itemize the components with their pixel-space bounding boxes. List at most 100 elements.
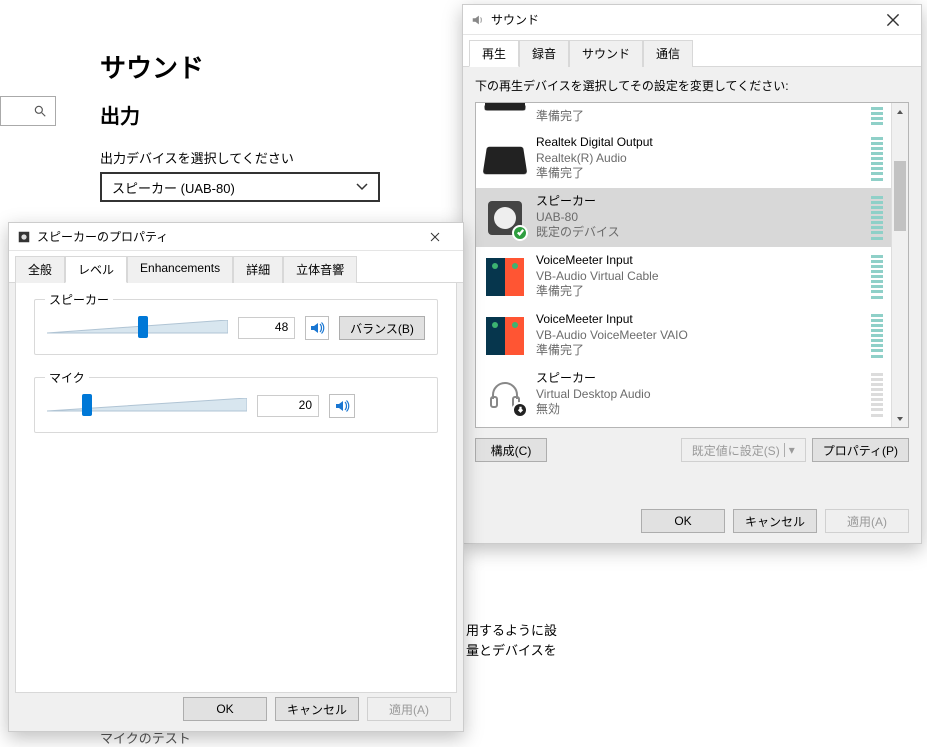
check-badge-icon: [512, 225, 528, 241]
close-button[interactable]: [873, 6, 913, 34]
device-text: VoiceMeeter InputVB-Audio VoiceMeeter VA…: [536, 312, 861, 359]
close-button[interactable]: [886, 0, 922, 2]
device-status: 既定のデバイス: [536, 225, 861, 241]
device-row[interactable]: 準備完了: [476, 103, 891, 129]
disabled-badge-icon: [512, 402, 528, 418]
device-row[interactable]: スピーカーVirtual Desktop Audio無効: [476, 365, 891, 424]
sound-dialog-titlebar[interactable]: サウンド: [463, 5, 921, 35]
speaker-icon: [334, 398, 350, 414]
speaker-icon: [17, 230, 31, 244]
close-button[interactable]: [415, 224, 455, 250]
speaker-group-label: スピーカー: [45, 291, 113, 308]
tab-enhancements[interactable]: Enhancements: [127, 256, 233, 283]
device-status: 無効: [536, 402, 861, 418]
device-name: VoiceMeeter Input: [536, 312, 861, 328]
mic-mute-button[interactable]: [329, 394, 355, 418]
device-icon: [484, 197, 526, 239]
scroll-down-button[interactable]: [892, 410, 908, 427]
tab-general[interactable]: 全般: [15, 256, 65, 283]
mic-volume-value[interactable]: 20: [257, 395, 319, 417]
scroll-thumb[interactable]: [894, 161, 906, 231]
device-status: 準備完了: [536, 343, 861, 359]
level-meter-icon: [871, 137, 883, 181]
level-meter-icon: [871, 314, 883, 358]
speaker-icon: [309, 320, 325, 336]
device-status: 準備完了: [536, 284, 861, 300]
configure-button[interactable]: 構成(C): [475, 438, 547, 462]
bg-text-fragment: 用するように設: [466, 620, 557, 639]
apply-button[interactable]: 適用(A): [825, 509, 909, 533]
slider-thumb[interactable]: [82, 394, 92, 416]
device-text: VoiceMeeter InputVB-Audio Virtual Cable準…: [536, 253, 861, 300]
device-icon: [484, 374, 526, 416]
device-row[interactable]: VoiceMeeter InputVB-Audio VoiceMeeter VA…: [476, 306, 891, 365]
output-device-value: スピーカー (UAB-80): [112, 178, 235, 197]
device-text: スピーカーUAB-80既定のデバイス: [536, 194, 861, 241]
settings-search-box[interactable]: [0, 96, 56, 126]
balance-button[interactable]: バランス(B): [339, 316, 425, 340]
device-text: 準備完了: [536, 109, 861, 125]
device-name: スピーカー: [536, 194, 861, 210]
level-meter-icon: [871, 373, 883, 417]
mic-volume-slider[interactable]: [47, 394, 247, 418]
mic-level-group: マイク 20: [34, 377, 438, 433]
tab-detail[interactable]: 詳細: [233, 256, 283, 283]
tab-communications[interactable]: 通信: [643, 40, 693, 67]
page-title: サウンド: [100, 48, 204, 85]
device-row[interactable]: VoiceMeeter InputVB-Audio Virtual Cable準…: [476, 247, 891, 306]
scrollbar[interactable]: [891, 103, 908, 427]
chevron-down-icon: ▾: [784, 443, 795, 457]
search-icon: [33, 104, 47, 118]
speaker-volume-slider[interactable]: [47, 316, 228, 340]
sound-dialog-tabs: 再生 録音 サウンド 通信: [463, 35, 921, 67]
apply-button[interactable]: 適用(A): [367, 697, 451, 721]
device-driver: VB-Audio Virtual Cable: [536, 269, 861, 285]
ok-button[interactable]: OK: [641, 509, 725, 533]
level-meter-icon: [871, 107, 883, 125]
device-driver: UAB-80: [536, 210, 861, 226]
set-default-button[interactable]: 既定値に設定(S) ▾: [681, 438, 806, 462]
minimize-button[interactable]: [814, 0, 850, 2]
scroll-up-button[interactable]: [892, 103, 908, 120]
output-device-label: 出力デバイスを選択してください: [100, 148, 294, 167]
device-icon: [484, 103, 526, 125]
cancel-button[interactable]: キャンセル: [275, 697, 359, 721]
speaker-properties-titlebar[interactable]: スピーカーのプロパティ: [9, 223, 463, 251]
speaker-level-group: スピーカー 48 バランス(B): [34, 299, 438, 355]
device-row[interactable]: Realtek Digital OutputRealtek(R) Audio準備…: [476, 129, 891, 188]
tab-playback[interactable]: 再生: [469, 40, 519, 67]
section-output-heading: 出力: [100, 100, 140, 129]
device-icon: [484, 315, 526, 357]
level-meter-icon: [871, 255, 883, 299]
speaker-properties-tabs: 全般 レベル Enhancements 詳細 立体音響: [9, 251, 463, 283]
set-default-label: 既定値に設定(S): [692, 442, 780, 459]
device-name: スピーカー: [536, 371, 861, 387]
ok-button[interactable]: OK: [183, 697, 267, 721]
tab-recording[interactable]: 録音: [519, 40, 569, 67]
speaker-volume-value[interactable]: 48: [238, 317, 295, 339]
sound-dialog: サウンド 再生 録音 サウンド 通信 下の再生デバイスを選択してその設定を変更し…: [462, 4, 922, 544]
device-text: スピーカーVirtual Desktop Audio無効: [536, 371, 861, 418]
cancel-button[interactable]: キャンセル: [733, 509, 817, 533]
tab-sound[interactable]: サウンド: [569, 40, 643, 67]
tab-spatial[interactable]: 立体音響: [283, 256, 357, 283]
properties-button[interactable]: プロパティ(P): [812, 438, 909, 462]
speaker-mute-button[interactable]: [305, 316, 329, 340]
device-row[interactable]: スピーカーUAB-80既定のデバイス: [476, 188, 891, 247]
device-status: 準備完了: [536, 166, 861, 182]
playback-instruction: 下の再生デバイスを選択してその設定を変更してください:: [475, 77, 909, 94]
device-name: Realtek Digital Output: [536, 135, 861, 151]
sound-dialog-title: サウンド: [491, 11, 539, 28]
device-text: Realtek Digital OutputRealtek(R) Audio準備…: [536, 135, 861, 182]
tab-level[interactable]: レベル: [65, 256, 127, 283]
maximize-button[interactable]: [850, 0, 886, 2]
speaker-properties-title: スピーカーのプロパティ: [37, 228, 168, 245]
device-status: 準備完了: [536, 109, 861, 125]
output-device-select[interactable]: スピーカー (UAB-80): [100, 172, 380, 202]
chevron-down-icon: [356, 181, 368, 193]
device-driver: VB-Audio VoiceMeeter VAIO: [536, 328, 861, 344]
speaker-icon: [471, 13, 485, 27]
playback-device-list: 準備完了Realtek Digital OutputRealtek(R) Aud…: [475, 102, 909, 428]
slider-thumb[interactable]: [138, 316, 148, 338]
device-driver: Realtek(R) Audio: [536, 151, 861, 167]
